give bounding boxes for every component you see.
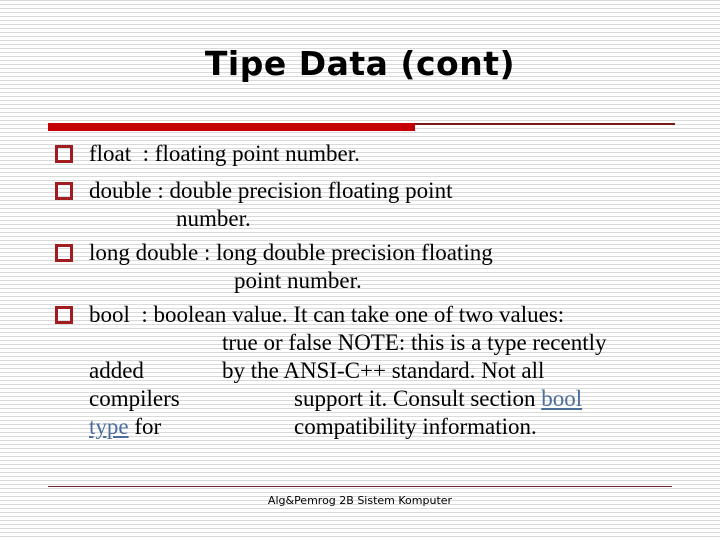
- bullet-square-icon: [55, 145, 73, 163]
- bullet-bool-line-5a-text: for: [128, 414, 162, 439]
- bullet-square-icon: [55, 306, 73, 324]
- bullet-bool-line-3b: by the ANSI-C++ standard. Not all: [222, 358, 545, 383]
- title-divider-thick: [48, 123, 415, 131]
- title-divider-thin: [415, 123, 675, 125]
- slide-footer: Alg&Pemrog 2B Sistem Komputer: [267, 494, 453, 507]
- bullet-double-text: double : double precision floating point: [89, 178, 453, 203]
- bool-type-link-part1[interactable]: bool: [541, 386, 582, 411]
- bullet-bool-line-3a: added: [89, 358, 144, 383]
- slide-title: Tipe Data (cont): [204, 44, 516, 83]
- bullet-long-double-continuation: point number.: [234, 268, 362, 293]
- bullet-bool-line-2: true or false NOTE: this is a type recen…: [222, 330, 607, 355]
- bullet-square-icon: [55, 244, 73, 262]
- bullet-bool-line-4a: compilers: [89, 386, 180, 411]
- bullet-bool-line-4b: support it. Consult section bool: [294, 385, 582, 413]
- bullet-long-double-text: long double : long double precision floa…: [89, 240, 493, 265]
- bullet-float-text: float : floating point number.: [89, 141, 360, 166]
- footer-divider: [48, 486, 672, 487]
- bullet-bool-line-5a: type for: [89, 413, 161, 441]
- bullet-bool-line-4b-text: support it. Consult section: [294, 386, 542, 411]
- bullet-bool-line-5b: compatibility information.: [294, 414, 537, 439]
- bullet-double-continuation: number.: [176, 206, 251, 231]
- bool-type-link-part2[interactable]: type: [89, 414, 129, 439]
- bullet-bool-text: bool : boolean value. It can take one of…: [89, 302, 565, 327]
- bullet-square-icon: [55, 182, 73, 200]
